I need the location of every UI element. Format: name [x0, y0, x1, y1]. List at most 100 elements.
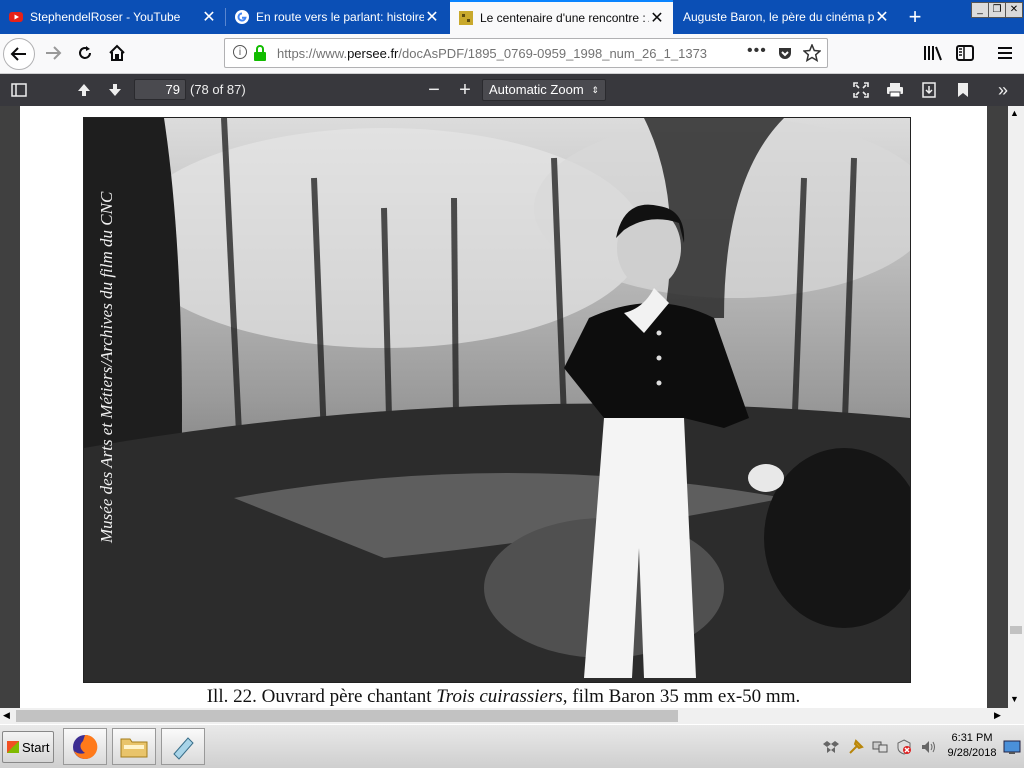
- tab-google[interactable]: En route vers le parlant: histoire d ✕: [226, 0, 448, 34]
- reload-icon: [79, 46, 91, 59]
- persee-icon: [459, 11, 473, 25]
- menu-button[interactable]: [990, 38, 1020, 68]
- download-button[interactable]: [916, 77, 942, 103]
- clock-time: 6:31 PM: [951, 732, 993, 744]
- dropbox-icon[interactable]: [823, 739, 839, 755]
- plus-icon: +: [908, 4, 922, 29]
- file-explorer-taskbar-button[interactable]: [112, 728, 156, 765]
- show-desktop-icon[interactable]: [1003, 739, 1021, 755]
- toggle-sidebar-button[interactable]: [6, 77, 32, 103]
- volume-icon[interactable]: [920, 739, 936, 755]
- notepad-icon: [173, 736, 194, 760]
- tools-tray-icon[interactable]: [848, 739, 864, 755]
- bookmark-star-icon[interactable]: [803, 44, 821, 62]
- reload-button[interactable]: [70, 38, 100, 68]
- print-button[interactable]: [882, 77, 908, 103]
- youtube-icon: [9, 12, 23, 22]
- minimize-button[interactable]: _: [971, 2, 989, 18]
- next-page-button[interactable]: [102, 77, 128, 103]
- security-alert-tray-icon[interactable]: [896, 739, 912, 755]
- double-chevron-right-icon: »: [997, 79, 1008, 100]
- presentation-mode-button[interactable]: [848, 77, 874, 103]
- pdf-viewer: Musée des Arts et Métiers/Archives du fi…: [0, 106, 1008, 708]
- scroll-right-arrow-icon[interactable]: ▶: [994, 710, 1001, 721]
- photo-credit: Musée des Arts et Métiers/Archives du fi…: [97, 191, 116, 544]
- previous-page-button[interactable]: [71, 77, 97, 103]
- vertical-scroll-thumb[interactable]: [1010, 626, 1022, 634]
- zoom-select[interactable]: Automatic Zoom ⇕: [482, 79, 606, 101]
- bookmark-view-button[interactable]: [950, 77, 976, 103]
- close-tab-icon[interactable]: ✕: [649, 8, 665, 28]
- page-count: (78 of 87): [190, 82, 246, 97]
- horizontal-scroll-thumb[interactable]: [16, 710, 678, 722]
- bookmark-icon: [958, 83, 968, 97]
- info-icon[interactable]: i: [233, 45, 247, 59]
- page-actions-icon[interactable]: •••: [747, 42, 767, 60]
- back-button[interactable]: [3, 38, 35, 70]
- clock-date: 9/28/2018: [947, 747, 997, 759]
- start-button[interactable]: Start: [2, 731, 54, 763]
- updown-chevron-icon: ⇕: [591, 85, 599, 95]
- close-tab-icon[interactable]: ✕: [874, 7, 890, 27]
- forward-arrow-icon: [46, 46, 62, 60]
- pdf-page: Musée des Arts et Métiers/Archives du fi…: [20, 106, 987, 708]
- tab-label: En route vers le parlant: histoire d: [256, 10, 424, 24]
- network-tray-icon[interactable]: [872, 739, 888, 755]
- library-button[interactable]: [918, 38, 948, 68]
- sidebar-button[interactable]: [950, 38, 980, 68]
- start-label: Start: [22, 739, 50, 755]
- tab-persee[interactable]: Le centenaire d'une rencontre : A ✕: [450, 0, 673, 34]
- restore-button[interactable]: ❐: [988, 2, 1006, 18]
- system-clock[interactable]: 6:31 PM 9/28/2018: [944, 731, 1000, 761]
- print-icon: [887, 83, 903, 98]
- google-icon: [235, 10, 249, 24]
- sidebar-toggle-icon: [11, 83, 27, 97]
- fullscreen-icon: [853, 82, 869, 98]
- vertical-scrollbar[interactable]: ▲ ▼: [1008, 106, 1024, 708]
- tab-youtube[interactable]: StephendelRoser - YouTube ✕: [0, 0, 225, 34]
- scroll-up-arrow-icon[interactable]: ▲: [1010, 108, 1019, 118]
- plus-icon: +: [459, 78, 471, 101]
- scroll-down-arrow-icon[interactable]: ▼: [1010, 694, 1019, 704]
- pocket-icon[interactable]: [777, 45, 793, 61]
- home-icon: [109, 44, 125, 61]
- tools-button[interactable]: »: [990, 77, 1016, 103]
- arrow-up-icon: [78, 84, 90, 96]
- document-photo: Musée des Arts et Métiers/Archives du fi…: [83, 117, 911, 683]
- url-text: https://www.persee.fr/docAsPDF/1895_0769…: [277, 46, 707, 61]
- navigation-bar: i https://www.persee.fr/docAsPDF/1895_07…: [0, 34, 1024, 74]
- lock-icon: [254, 45, 266, 61]
- zoom-value: Automatic Zoom: [489, 82, 584, 97]
- scroll-left-arrow-icon[interactable]: ◀: [3, 710, 10, 721]
- new-tab-button[interactable]: +: [900, 0, 930, 34]
- zoom-out-button[interactable]: −: [421, 77, 447, 103]
- close-tab-icon[interactable]: ✕: [424, 7, 440, 27]
- tab-auguste-baron[interactable]: Auguste Baron, le père du cinéma parl ✕: [673, 0, 898, 34]
- library-icon: [924, 46, 942, 61]
- pdf-toolbar: 79 (78 of 87) − + Automatic Zoom ⇕ »: [0, 74, 1024, 106]
- arrow-down-icon: [109, 84, 121, 96]
- download-icon: [922, 82, 936, 98]
- hamburger-menu-icon: [998, 47, 1012, 59]
- sidebar-icon: [956, 45, 974, 61]
- firefox-icon: [73, 734, 98, 759]
- scroll-corner: [1008, 708, 1024, 724]
- tab-strip: StephendelRoser - YouTube ✕ En route ver…: [0, 0, 1024, 34]
- zoom-in-button[interactable]: +: [452, 77, 478, 103]
- url-bar[interactable]: i https://www.persee.fr/docAsPDF/1895_07…: [224, 38, 828, 68]
- tab-label: Le centenaire d'une rencontre : A: [480, 11, 649, 25]
- forward-button[interactable]: [38, 38, 68, 68]
- horizontal-scrollbar[interactable]: ◀ ▶: [0, 708, 1008, 724]
- tab-label: Auguste Baron, le père du cinéma parl: [683, 10, 874, 24]
- close-window-button[interactable]: ✕: [1005, 2, 1023, 18]
- firefox-taskbar-button[interactable]: [63, 728, 107, 765]
- tab-label: StephendelRoser - YouTube: [30, 10, 181, 24]
- close-tab-icon[interactable]: ✕: [201, 7, 217, 27]
- page-number-input[interactable]: 79: [134, 79, 186, 100]
- figure-caption: Ill. 22. Ouvrard père chantant Trois cui…: [206, 686, 801, 707]
- photo-image: Musée des Arts et Métiers/Archives du fi…: [84, 118, 910, 682]
- taskbar: Start 6:31 PM 9/28/2018: [0, 724, 1024, 768]
- windows-logo-icon: [7, 741, 19, 753]
- home-button[interactable]: [102, 38, 132, 68]
- notepad-taskbar-button[interactable]: [161, 728, 205, 765]
